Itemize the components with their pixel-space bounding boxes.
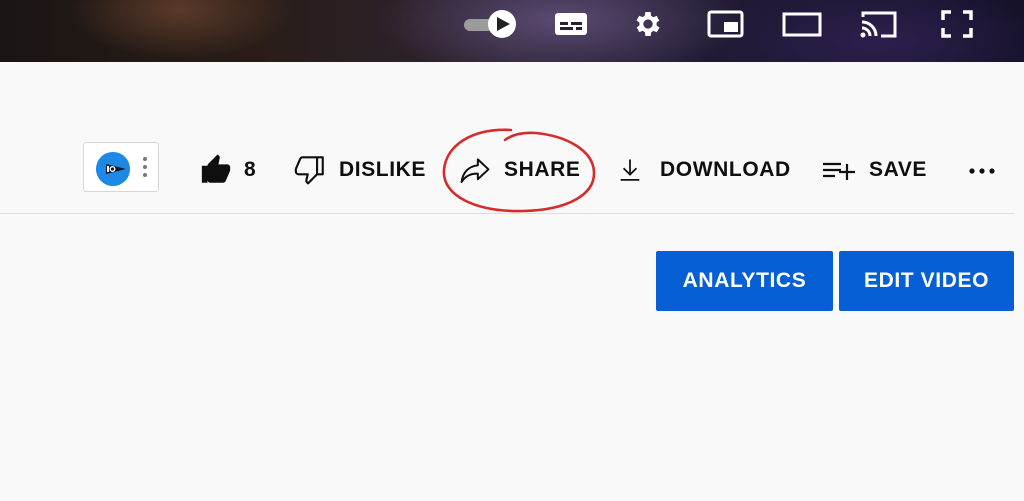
theater-mode-icon	[782, 12, 822, 37]
divider	[0, 213, 1014, 214]
more-horizontal-icon	[969, 168, 995, 174]
video-player-controls	[0, 0, 1024, 62]
download-button[interactable]: DOWNLOAD	[616, 150, 791, 190]
miniplayer-button[interactable]	[706, 8, 746, 40]
miniplayer-icon	[707, 10, 744, 38]
dislike-label: DISLIKE	[339, 158, 427, 181]
autoplay-toggle-icon	[464, 10, 516, 38]
channel-chip[interactable]	[83, 142, 159, 192]
cast-button[interactable]	[856, 8, 902, 40]
download-label: DOWNLOAD	[660, 158, 791, 181]
fullscreen-icon	[941, 10, 973, 38]
share-arrow-icon	[460, 158, 490, 184]
download-icon	[620, 159, 640, 181]
settings-gear-icon	[636, 12, 660, 36]
settings-button[interactable]	[630, 8, 666, 40]
cast-icon	[860, 11, 897, 38]
fullscreen-button[interactable]	[938, 8, 976, 40]
share-label: SHARE	[504, 158, 581, 181]
subtitles-button[interactable]	[552, 8, 590, 40]
like-count: 8	[244, 158, 257, 181]
analytics-button[interactable]: ANALYTICS	[656, 251, 833, 311]
like-button[interactable]: 8	[199, 150, 256, 190]
playlist-add-icon	[823, 162, 855, 180]
more-actions-button[interactable]	[966, 150, 998, 190]
theater-mode-button[interactable]	[780, 8, 824, 40]
dislike-button[interactable]: DISLIKE	[293, 150, 426, 190]
subtitles-icon	[555, 13, 587, 35]
channel-menu-icon[interactable]	[140, 157, 150, 181]
channel-logo-icon	[96, 152, 130, 186]
autoplay-toggle[interactable]	[462, 8, 520, 40]
thumbs-up-icon	[201, 154, 231, 183]
save-label: SAVE	[869, 158, 928, 181]
thumbs-down-icon	[294, 156, 324, 185]
edit-video-button[interactable]: EDIT VIDEO	[839, 251, 1014, 311]
share-button[interactable]: SHARE	[457, 150, 581, 190]
channel-avatar[interactable]	[96, 152, 130, 186]
save-button[interactable]: SAVE	[821, 150, 927, 190]
